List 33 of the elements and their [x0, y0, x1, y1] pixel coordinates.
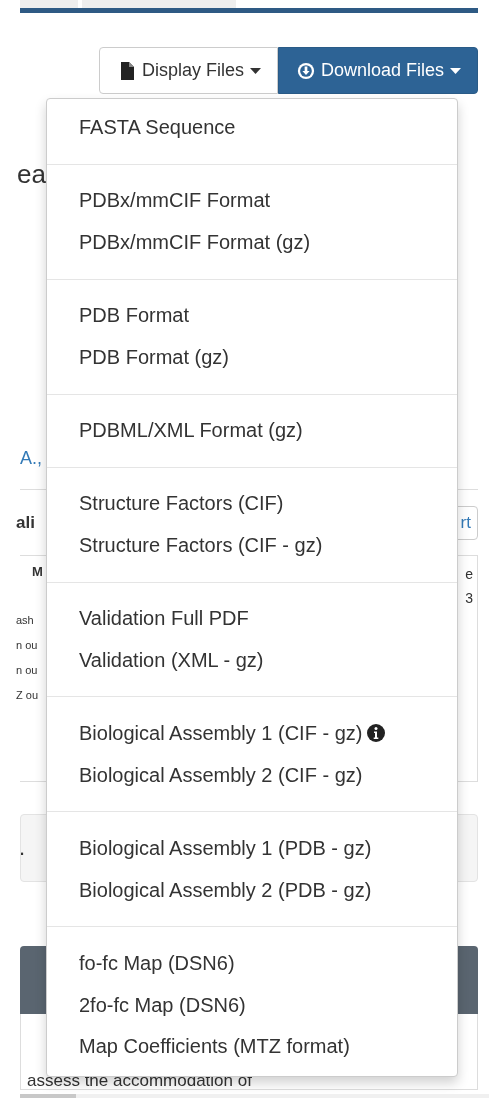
tab[interactable] — [20, 0, 78, 8]
menu-item[interactable]: Biological Assembly 1 (CIF - gz) — [47, 712, 457, 755]
download-files-button[interactable]: Download Files — [277, 47, 478, 94]
table-cell-text: n ou — [16, 638, 39, 653]
menu-item[interactable]: PDBx/mmCIF Format — [47, 179, 457, 222]
table-header: e — [465, 565, 473, 584]
page-heading: ea — [17, 158, 46, 191]
menu-item[interactable]: PDBML/XML Format (gz) — [47, 409, 457, 452]
card-text: . — [19, 835, 26, 861]
tab[interactable] — [82, 0, 236, 8]
table-header: M — [32, 564, 43, 581]
caret-icon — [450, 67, 461, 74]
menu-item[interactable]: Validation Full PDF — [47, 597, 457, 640]
info-icon[interactable] — [366, 723, 387, 744]
table-cell-text: 3 — [465, 589, 473, 608]
menu-item[interactable]: fo-fc Map (DSN6) — [47, 942, 457, 985]
caret-icon — [249, 67, 261, 74]
menu-item[interactable]: FASTA Sequence — [47, 107, 457, 149]
menu-item[interactable]: 2fo-fc Map (DSN6) — [47, 984, 457, 1026]
table-cell-text: Z ou — [16, 688, 39, 703]
menu-item[interactable]: Biological Assembly 1 (PDB - gz) — [47, 827, 457, 870]
menu-item[interactable]: Biological Assembly 2 (CIF - gz) — [47, 754, 457, 797]
panel-title: ali — [16, 512, 35, 533]
display-files-button[interactable]: Display Files — [98, 47, 278, 94]
menu-item[interactable]: Map Coefficients (MTZ format) — [47, 1026, 457, 1068]
table-cell-text: n ou — [16, 663, 39, 678]
table-cell-text: ash — [16, 613, 35, 628]
menu-item[interactable]: PDBx/mmCIF Format (gz) — [47, 221, 457, 264]
menu-item[interactable]: PDB Format (gz) — [47, 336, 457, 379]
menu-item[interactable]: Biological Assembly 2 (PDB - gz) — [47, 869, 457, 912]
menu-item[interactable]: Validation (XML - gz) — [47, 639, 457, 682]
menu-item[interactable]: PDB Format — [47, 294, 457, 337]
download-icon — [296, 61, 315, 80]
